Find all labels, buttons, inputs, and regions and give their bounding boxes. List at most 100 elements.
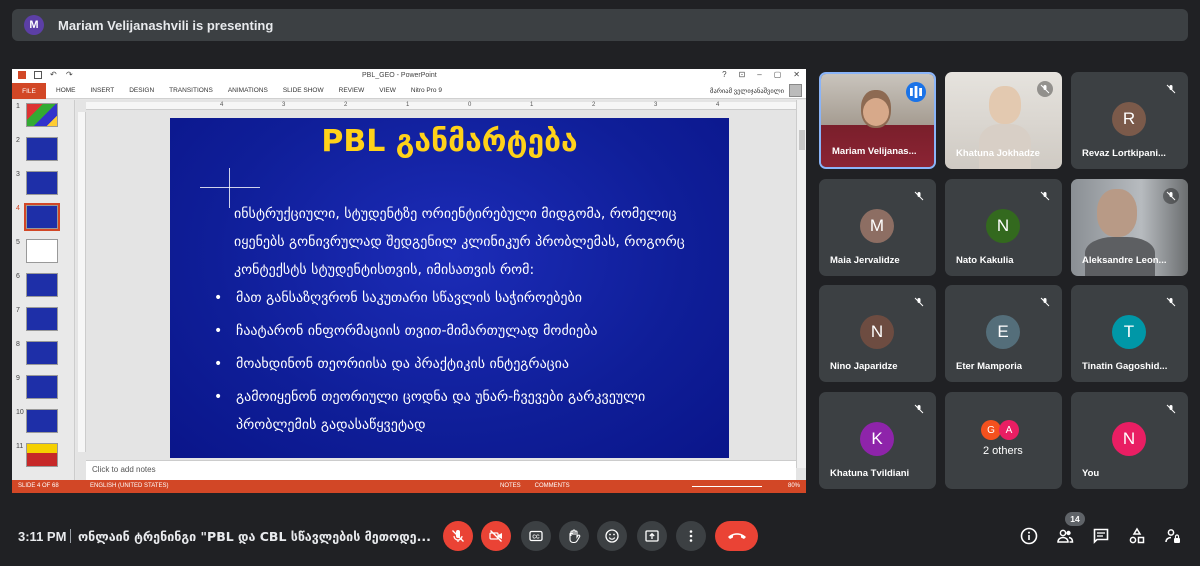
slide-title: PBL განმარტება [321, 124, 578, 159]
slide-number: 11 [16, 443, 24, 450]
tab-slide-show: SLIDE SHOW [282, 87, 324, 94]
present-icon [645, 530, 659, 542]
ruler-mark: 2 [344, 102, 348, 108]
slide-thumbnail-image [26, 409, 58, 433]
slide-thumbnail: 8 [12, 338, 74, 372]
slide-number: 6 [16, 273, 20, 280]
ruler-mark: 3 [654, 102, 658, 108]
slide-thumbnail: 10 [12, 406, 74, 440]
slide-thumbnail-image [26, 307, 58, 331]
participant-avatar: G [981, 420, 1001, 440]
status-bar: SLIDE 4 OF 68 ENGLISH (UNITED STATES) NO… [12, 480, 806, 493]
current-slide: PBL განმარტება ინსტრუქციული, სტუდენტზე ო… [170, 118, 729, 458]
slide-thumbnail-image [26, 103, 58, 127]
mic-off-button[interactable] [443, 521, 473, 551]
participant-count-badge: 14 [1065, 512, 1085, 526]
host-controls-button[interactable] [1163, 526, 1183, 546]
close-button: ✕ [793, 70, 800, 79]
participant-tile[interactable]: Mariam Velijanas... [819, 72, 936, 169]
ppt-user-name: მარიამ ველიჯანაშვილი [710, 88, 784, 95]
camera-off-button[interactable] [481, 521, 511, 551]
presenting-banner: M Mariam Velijanashvili is presenting [12, 9, 1188, 41]
participant-tile[interactable]: Aleksandre Leon... [1071, 179, 1188, 276]
muted-mic-icon [1163, 188, 1179, 204]
others-tile[interactable]: G A 2 others [945, 392, 1062, 489]
participant-name: Eter Mamporia [956, 361, 1022, 372]
participant-tile[interactable]: M Maia Jervalidze [819, 179, 936, 276]
powerpoint-logo-icon [18, 71, 26, 79]
notes-toggle: NOTES [500, 483, 521, 489]
captions-icon: CC [529, 530, 543, 542]
reactions-button[interactable] [597, 521, 627, 551]
minimize-button: – [757, 70, 762, 79]
participant-tile[interactable]: N Nino Japaridze [819, 285, 936, 382]
redo-icon: ↷ [66, 70, 73, 79]
ribbon-display-button: ⊡ [738, 70, 746, 79]
ruler-mark: 0 [468, 102, 472, 108]
window-title: PBL_GEO - PowerPoint [362, 72, 437, 79]
present-button[interactable] [637, 521, 667, 551]
muted-mic-icon [911, 401, 927, 417]
participant-avatar: M [860, 209, 894, 243]
participant-name: Khatuna Jokhadze [956, 148, 1040, 159]
slide-thumbnail-image [26, 375, 58, 399]
slide-thumbnail: 3 [12, 168, 74, 202]
participant-tile[interactable]: N Nato Kakulia [945, 179, 1062, 276]
participant-tile[interactable]: T Tinatin Gagoshid... [1071, 285, 1188, 382]
participant-name: Khatuna Tvildiani [830, 468, 910, 479]
divider [70, 529, 71, 543]
tab-transitions: TRANSITIONS [169, 87, 213, 94]
self-tile[interactable]: N You [1071, 392, 1188, 489]
ppt-user-avatar [789, 84, 802, 97]
muted-mic-icon [911, 294, 927, 310]
slide-bullet: ჩაატარონ ინფორმაციის თვით-მიმართულად მოძ… [214, 317, 719, 345]
meeting-details-button[interactable] [1019, 526, 1039, 546]
slide-thumbnail: 7 [12, 304, 74, 338]
participant-name: You [1082, 468, 1100, 479]
slide-number: 1 [16, 103, 20, 110]
emoji-icon [605, 529, 619, 543]
scrollbar-thumb [799, 130, 805, 150]
chat-button[interactable] [1091, 526, 1111, 546]
slide-number: 7 [16, 307, 20, 314]
slide-thumbnails: 1 2 3 4 5 6 7 8 9 10 11 [12, 100, 75, 480]
muted-mic-icon [911, 188, 927, 204]
tab-animations: ANIMATIONS [227, 87, 268, 94]
leave-call-button[interactable] [715, 521, 758, 551]
slide-number: 9 [16, 375, 20, 382]
participant-avatar: A [999, 420, 1019, 440]
participant-avatar: R [1112, 102, 1146, 136]
meeting-title: ონლაინ ტრენინგი "PBL და CBL სწავლების მე… [78, 529, 431, 544]
ruler-mark: 1 [530, 102, 534, 108]
activities-button[interactable] [1127, 526, 1147, 546]
participant-tile[interactable]: Khatuna Jokhadze [945, 72, 1062, 169]
participant-tile[interactable]: E Eter Mamporia [945, 285, 1062, 382]
muted-mic-icon [1163, 81, 1179, 97]
mic-off-icon [452, 530, 464, 542]
slide-thumbnail-image [26, 137, 58, 161]
participant-name: Nino Japaridze [830, 361, 898, 372]
language-indicator: ENGLISH (UNITED STATES) [90, 483, 169, 489]
slide-bullet: მოახდინონ თეორიისა და პრაქტიკის ინტეგრაც… [214, 350, 719, 378]
more-options-button[interactable] [676, 521, 706, 551]
slide-number: 10 [16, 409, 24, 416]
save-icon [34, 71, 42, 79]
muted-mic-icon [1163, 401, 1179, 417]
slide-number: 4 [16, 205, 20, 212]
participant-avatar: N [1112, 422, 1146, 456]
tab-view: VIEW [379, 87, 396, 94]
participant-tile[interactable]: K Khatuna Tvildiani [819, 392, 936, 489]
raise-hand-button[interactable] [559, 521, 589, 551]
slide-thumbnail: 1 [12, 100, 74, 134]
slide-bullet: გამოიყენონ თეორიული ცოდნა და უნარ-ჩვევებ… [214, 383, 719, 439]
slide-intro-text: ინსტრუქციული, სტუდენტზე ორიენტირებული მი… [234, 206, 685, 278]
ruler-mark: 4 [716, 102, 720, 108]
people-button[interactable] [1055, 526, 1075, 546]
participant-tile[interactable]: R Revaz Lortkipani... [1071, 72, 1188, 169]
camera-off-icon [489, 530, 502, 542]
tab-design: DESIGN [129, 87, 155, 94]
tab-nitro: Nitro Pro 9 [410, 87, 442, 94]
participant-avatar: T [1112, 315, 1146, 349]
slide-thumbnail-image [24, 203, 60, 231]
captions-button[interactable]: CC [521, 521, 551, 551]
